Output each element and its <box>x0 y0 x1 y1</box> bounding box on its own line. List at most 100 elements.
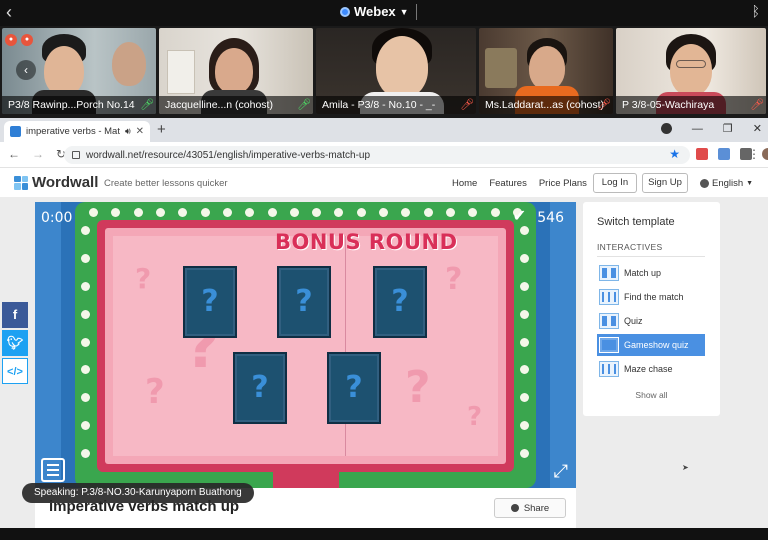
webex-title: Webex <box>354 4 396 19</box>
language-label: English <box>712 178 744 189</box>
quiz-icon <box>599 313 619 329</box>
mic-on-icon: 🎤︎ <box>140 99 154 111</box>
address-bar: ← → ↻ wordwall.net/resource/43051/englis… <box>0 142 768 168</box>
content-area: f 🐦︎ </> ? ? ? ? ? ? BONUS ROUND ? ? ? ?… <box>0 198 768 528</box>
maximize-button[interactable]: ❐ <box>723 122 733 135</box>
status-icon: ● <box>21 34 33 46</box>
caret-down-icon: ▼ <box>746 180 754 187</box>
nav-features[interactable]: Features <box>489 178 527 189</box>
show-all-link[interactable]: Show all <box>583 390 720 400</box>
bookmark-star-icon[interactable]: ★ <box>669 147 680 161</box>
mic-muted-icon: 🎤︎ <box>460 99 474 111</box>
signup-button[interactable]: Sign Up <box>642 173 688 193</box>
back-arrow-icon[interactable]: ← <box>8 147 20 161</box>
more-menu-icon[interactable]: ⋮ <box>748 147 760 161</box>
browser-tab[interactable]: imperative verbs - Match up 🔊︎ ✕ <box>4 121 150 142</box>
mic-muted-icon: 🎤︎ <box>750 99 764 111</box>
check-icon: ✔ <box>512 208 526 225</box>
record-icon: ● <box>5 34 17 46</box>
switch-template-panel: Switch template INTERACTIVES Match up Fi… <box>583 202 720 416</box>
prize-card[interactable]: ? <box>327 352 381 424</box>
embed-code-icon[interactable]: </> <box>2 358 28 384</box>
login-button[interactable]: Log In <box>593 173 637 193</box>
mic-muted-icon: 🎤︎ <box>597 99 611 111</box>
mic-on-icon: 🎤︎ <box>297 99 311 111</box>
wordwall-favicon-icon <box>10 126 21 137</box>
share-button[interactable]: Share <box>494 498 566 518</box>
participant-tile[interactable]: Amila - P3/8 - No.10 - _- 🎤︎ <box>316 28 476 114</box>
participant-tile[interactable]: Jacquelline...n (cohost) 🎤︎ <box>159 28 313 114</box>
new-tab-button[interactable]: + <box>157 121 166 138</box>
lock-icon <box>72 151 80 159</box>
webex-logo-icon <box>340 6 350 17</box>
profile-icon[interactable] <box>660 123 672 134</box>
tagline: Create better lessons quicker <box>104 178 228 189</box>
participant-strip: ● ● ‹ P3/8 Rawinp...Porch No.14 🎤︎ Jacqu… <box>0 26 768 118</box>
prize-card[interactable]: ? <box>373 266 427 338</box>
twitter-icon[interactable]: 🐦︎ <box>2 330 28 356</box>
game-stage[interactable]: ? ? ? ? ? ? BONUS ROUND ? ? ? ? ? 0:00 ✔… <box>35 202 576 488</box>
bottom-bar <box>0 528 768 540</box>
extension-icon[interactable] <box>718 148 730 160</box>
language-selector[interactable]: English ▼ <box>700 178 753 189</box>
menu-icon[interactable] <box>41 458 65 482</box>
participant-tile[interactable]: ● ● ‹ P3/8 Rawinp...Porch No.14 🎤︎ <box>2 28 156 114</box>
maze-icon <box>599 361 619 377</box>
browser-window: imperative verbs - Match up 🔊︎ ✕ + — ❐ ✕… <box>0 118 768 528</box>
url-field[interactable]: wordwall.net/resource/43051/english/impe… <box>64 146 690 164</box>
back-chevron-icon[interactable]: ‹ <box>6 2 12 22</box>
template-find-the-match[interactable]: Find the match <box>597 286 705 308</box>
window-controls: — ❐ ✕ <box>660 122 762 135</box>
timer: 0:00 <box>41 210 73 226</box>
wordwall-header: Wordwall Create better lessons quicker H… <box>0 168 768 198</box>
tab-title: imperative verbs - Match up <box>26 126 120 137</box>
participant-name: Jacquelline...n (cohost) <box>159 96 313 114</box>
speaker-icon: 🔊︎ <box>124 126 131 136</box>
gameshow-frame: ? ? ? ? ? ? BONUS ROUND ? ? ? ? ? <box>75 202 536 488</box>
participant-name: P 3/8-05-Wachiraya <box>616 96 766 114</box>
template-gameshow-quiz[interactable]: Gameshow quiz <box>597 334 705 356</box>
speaking-indicator: Speaking: P.3/8-NO.30-Karunyaporn Buatho… <box>22 483 254 503</box>
avatar[interactable] <box>762 148 768 160</box>
webex-top-bar: ‹ Webex ▼ ᛒ <box>0 0 768 26</box>
close-window-button[interactable]: ✕ <box>753 122 762 135</box>
participant-tile[interactable]: P 3/8-05-Wachiraya 🎤︎ <box>616 28 766 114</box>
template-quiz[interactable]: Quiz <box>597 310 705 332</box>
bluetooth-icon: ᛒ <box>751 3 760 19</box>
main-nav: Home Features Price Plans <box>452 178 599 189</box>
prize-card[interactable]: ? <box>183 266 237 338</box>
find-match-icon <box>599 289 619 305</box>
globe-icon <box>700 179 709 188</box>
forward-arrow-icon[interactable]: → <box>32 147 44 161</box>
social-share-bar: f 🐦︎ </> <box>2 302 28 384</box>
brand-name: Wordwall <box>32 174 99 191</box>
url-text: wordwall.net/resource/43051/english/impe… <box>86 149 371 161</box>
wordwall-logo-icon <box>14 175 28 190</box>
wordwall-logo[interactable]: Wordwall <box>14 174 98 191</box>
fullscreen-icon[interactable]: ⤢ <box>554 461 568 482</box>
close-icon[interactable]: ✕ <box>136 126 144 137</box>
nav-home[interactable]: Home <box>452 178 477 189</box>
match-up-icon <box>599 265 619 281</box>
section-heading: INTERACTIVES <box>597 242 663 252</box>
chevron-left-icon[interactable]: ‹ <box>16 60 36 80</box>
divider <box>416 4 417 20</box>
prize-card[interactable]: ? <box>277 266 331 338</box>
webex-title-button[interactable]: Webex ▼ <box>340 4 409 19</box>
prize-card[interactable]: ? <box>233 352 287 424</box>
template-maze-chase[interactable]: Maze chase <box>597 358 705 380</box>
cursor-icon: ➤ <box>682 463 689 472</box>
bonus-round-banner: BONUS ROUND <box>275 230 458 254</box>
gameshow-icon <box>599 337 619 353</box>
facebook-icon[interactable]: f <box>2 302 28 328</box>
person-icon <box>510 504 519 512</box>
minimize-button[interactable]: — <box>692 123 703 135</box>
extension-icon[interactable] <box>696 148 708 160</box>
panel-title: Switch template <box>597 216 675 228</box>
participant-name: P3/8 Rawinp...Porch No.14 <box>2 96 156 114</box>
participant-name: Amila - P3/8 - No.10 - _- <box>316 96 476 114</box>
nav-price-plans[interactable]: Price Plans <box>539 178 587 189</box>
participant-tile[interactable]: Ms.Laddarat...as (cohost) 🎤︎ <box>479 28 613 114</box>
template-match-up[interactable]: Match up <box>597 262 705 284</box>
participant-name: Ms.Laddarat...as (cohost) <box>479 96 613 114</box>
